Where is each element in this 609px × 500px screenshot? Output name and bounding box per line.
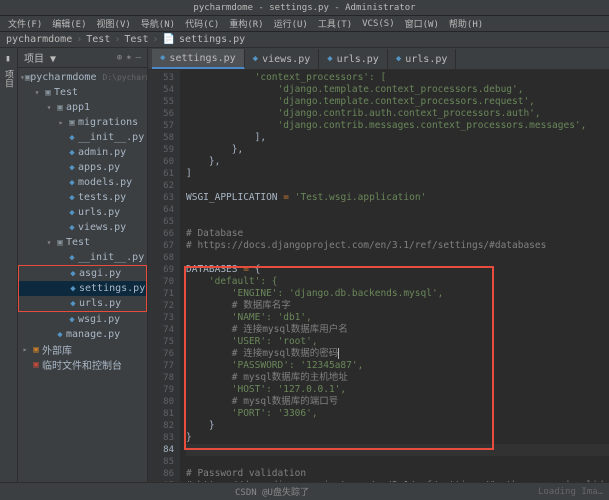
gutter: 5354555657585960616263646566676869707172… xyxy=(148,70,180,484)
tree-file[interactable]: ◆urls.py xyxy=(18,205,147,220)
tab-views[interactable]: ◆views.py xyxy=(245,49,320,69)
menu-item[interactable]: 窗口(W) xyxy=(401,17,443,30)
code-area[interactable]: 5354555657585960616263646566676869707172… xyxy=(148,70,609,484)
crumb[interactable]: Test xyxy=(124,34,148,45)
crumb[interactable]: pycharmdome xyxy=(6,34,72,45)
project-label[interactable]: 项目 ▼ xyxy=(24,50,56,65)
tree-folder[interactable]: ▾▣Test xyxy=(18,85,147,100)
gear-icon[interactable]: ✶ xyxy=(126,53,131,63)
left-tool-column: ▮ 项目 xyxy=(0,48,18,500)
tree-file[interactable]: ◆models.py xyxy=(18,175,147,190)
project-tool-tab[interactable]: ▮ 项目 xyxy=(0,50,17,91)
tree-file[interactable]: ◆urls.py xyxy=(19,296,146,311)
tab-urls1[interactable]: ◆urls.py xyxy=(319,49,388,69)
tab-urls2[interactable]: ◆urls.py xyxy=(388,49,457,69)
tree-file[interactable]: ◆asgi.py xyxy=(19,266,146,281)
tree-scratches[interactable]: ▣临时文件和控制台 xyxy=(18,357,147,372)
tree-file[interactable]: ◆apps.py xyxy=(18,160,147,175)
editor-tabs: ◆settings.py ◆views.py ◆urls.py ◆urls.py xyxy=(148,48,609,70)
menu-item[interactable]: 帮助(H) xyxy=(445,17,487,30)
menu-item[interactable]: 运行(U) xyxy=(270,17,312,30)
menu-item[interactable]: 文件(F) xyxy=(4,17,46,30)
tree-ext-libs[interactable]: ▸▣外部库 xyxy=(18,342,147,357)
tree-root[interactable]: ▾▣pycharmdome D:\pycharmdome xyxy=(18,70,147,85)
menu-item[interactable]: 导航(N) xyxy=(137,17,179,30)
crumb[interactable]: Test xyxy=(86,34,110,45)
menu-item[interactable]: 视图(V) xyxy=(93,17,135,30)
tab-settings[interactable]: ◆settings.py xyxy=(152,49,245,69)
hide-icon[interactable]: — xyxy=(136,53,141,63)
breadcrumb: pycharmdome› Test› Test› 📄settings.py xyxy=(0,32,609,48)
project-tree: ▾▣pycharmdome D:\pycharmdome ▾▣Test ▾▣ap… xyxy=(18,68,147,500)
tree-file[interactable]: ◆admin.py xyxy=(18,145,147,160)
status-bar: CSDN @U盘失踪了Loading Ima… xyxy=(0,482,609,500)
crumb[interactable]: settings.py xyxy=(179,34,245,45)
editor-pane: ◆settings.py ◆views.py ◆urls.py ◆urls.py… xyxy=(148,48,609,500)
menu-item[interactable]: VCS(S) xyxy=(358,19,399,29)
tree-file[interactable]: ◆wsgi.py xyxy=(18,312,147,327)
tree-file[interactable]: ◆__init__.py xyxy=(18,130,147,145)
code[interactable]: 'context_processors': [ 'django.template… xyxy=(180,70,609,484)
tree-file[interactable]: ◆views.py xyxy=(18,220,147,235)
tree-file[interactable]: ◆__init__.py xyxy=(18,250,147,265)
tree-folder[interactable]: ▾▣Test xyxy=(18,235,147,250)
collapse-icon[interactable]: ⊕ xyxy=(117,53,122,63)
menu-item[interactable]: 代码(C) xyxy=(181,17,223,30)
project-panel: 项目 ▼ ⊕ ✶ — ▾▣pycharmdome D:\pycharmdome … xyxy=(18,48,148,500)
menu-bar: 文件(F)编辑(E)视图(V)导航(N)代码(C)重构(R)运行(U)工具(T)… xyxy=(0,16,609,32)
menu-item[interactable]: 工具(T) xyxy=(314,17,356,30)
tree-file[interactable]: ◆tests.py xyxy=(18,190,147,205)
menu-item[interactable]: 重构(R) xyxy=(225,17,267,30)
window-title: pycharmdome - settings.py - Administrato… xyxy=(0,0,609,16)
tree-file-selected[interactable]: ◆settings.py xyxy=(19,281,146,296)
tree-file[interactable]: ◆manage.py xyxy=(18,327,147,342)
menu-item[interactable]: 编辑(E) xyxy=(48,17,90,30)
project-header: 项目 ▼ ⊕ ✶ — xyxy=(18,48,147,68)
tree-folder[interactable]: ▸▣migrations xyxy=(18,115,147,130)
tree-folder[interactable]: ▾▣app1 xyxy=(18,100,147,115)
